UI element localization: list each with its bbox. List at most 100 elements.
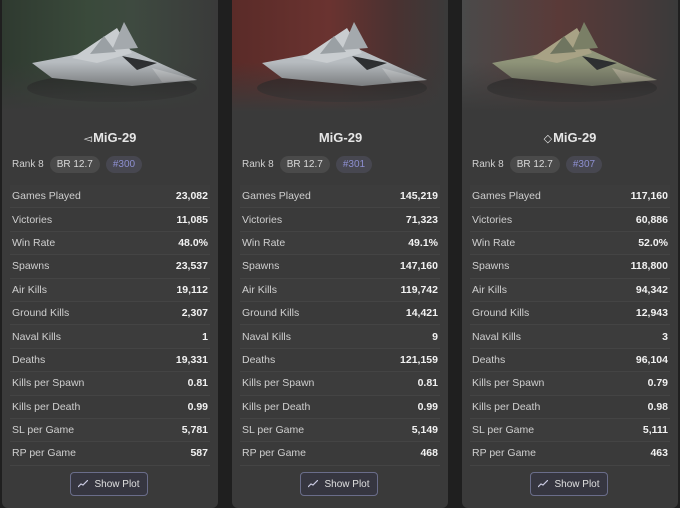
vehicle-meta: Rank 8 BR 12.7 #307 xyxy=(472,155,603,173)
stat-row: SL per Game 5,781 xyxy=(10,418,210,443)
stat-row: Kills per Death 0.99 xyxy=(10,396,210,419)
stat-row: Air Kills 19,112 xyxy=(10,278,210,302)
stat-value: 9 xyxy=(432,330,438,343)
stat-value: 121,159 xyxy=(400,353,438,366)
stat-row: Ground Kills 14,421 xyxy=(240,302,440,326)
stat-value: 60,886 xyxy=(635,213,668,226)
stat-label: SL per Game xyxy=(12,424,75,437)
stat-row: Win Rate 48.0% xyxy=(10,231,210,256)
stat-label: Naval Kills xyxy=(472,330,522,343)
stat-label: Kills per Spawn xyxy=(242,377,315,390)
vehicle-name: MiG-29 xyxy=(318,130,363,145)
stat-value: 587 xyxy=(190,447,208,460)
vehicle-name: MiG-29 xyxy=(93,130,137,145)
show-plot-label: Show Plot xyxy=(554,478,600,490)
stat-label: Deaths xyxy=(242,353,276,366)
stat-label: Naval Kills xyxy=(242,330,292,343)
vehicle-banner xyxy=(462,0,678,112)
stat-row: Naval Kills 3 xyxy=(470,325,670,349)
stat-label: Ground Kills xyxy=(12,307,70,320)
stat-row: Games Played 145,219 xyxy=(240,185,440,209)
vehicle-card: ◅MiG-29 Rank 8 BR 12.7 #300 Games Played… xyxy=(2,0,218,508)
vehicle-meta: Rank 8 BR 12.7 #300 xyxy=(12,155,143,173)
stat-value: 5,149 xyxy=(411,424,438,437)
stat-value: 14,421 xyxy=(405,307,438,320)
show-plot-label: Show Plot xyxy=(94,478,140,490)
stat-row: Spawns 118,800 xyxy=(470,255,670,279)
stat-row: Victories 71,323 xyxy=(240,208,440,232)
stat-label: SL per Game xyxy=(242,424,305,437)
rank-label: Rank 8 xyxy=(472,158,504,170)
stat-label: Deaths xyxy=(12,353,46,366)
stat-label: RP per Game xyxy=(472,447,536,460)
stat-label: Naval Kills xyxy=(12,330,62,343)
stat-value: 96,104 xyxy=(635,353,668,366)
stat-value: 0.98 xyxy=(647,400,668,413)
stat-value: 12,943 xyxy=(635,307,668,320)
stat-label: Games Played xyxy=(12,190,81,203)
stat-row: Ground Kills 2,307 xyxy=(10,302,210,326)
stat-label: Spawns xyxy=(242,260,280,273)
stat-value: 5,111 xyxy=(642,424,668,437)
stat-row: Victories 60,886 xyxy=(470,208,670,232)
show-plot-button[interactable]: Show Plot xyxy=(300,472,378,496)
rank-label: Rank 8 xyxy=(242,158,274,170)
stat-row: Ground Kills 12,943 xyxy=(470,302,670,326)
vehicle-title: ◇MiG-29 xyxy=(462,130,678,150)
rank-label: Rank 8 xyxy=(12,158,44,170)
nation-icon: ◅ xyxy=(83,133,93,145)
stat-row: Naval Kills 9 xyxy=(240,325,440,349)
vehicle-card: MiG-29 Rank 8 BR 12.7 #301 Games Played 1… xyxy=(232,0,448,508)
stat-row: Games Played 23,082 xyxy=(10,185,210,209)
stat-label: Win Rate xyxy=(12,236,56,249)
stat-row: Win Rate 52.0% xyxy=(470,231,670,256)
stat-label: RP per Game xyxy=(242,447,306,460)
stat-value: 94,342 xyxy=(635,283,668,296)
stat-label: Win Rate xyxy=(242,236,286,249)
stat-value: 52.0% xyxy=(638,236,668,249)
stat-label: Air Kills xyxy=(12,283,48,296)
stat-label: Win Rate xyxy=(472,236,516,249)
vehicle-name: MiG-29 xyxy=(553,130,597,145)
stat-row: Spawns 147,160 xyxy=(240,255,440,279)
br-badge: BR 12.7 xyxy=(49,155,100,173)
stat-row: Deaths 96,104 xyxy=(470,349,670,373)
show-plot-button[interactable]: Show Plot xyxy=(530,472,608,496)
vehicle-card: ◇MiG-29 Rank 8 BR 12.7 #307 Games Played… xyxy=(462,0,678,508)
stat-label: Kills per Death xyxy=(242,400,311,413)
stat-row: Spawns 23,537 xyxy=(10,255,210,279)
stat-value: 11,085 xyxy=(176,213,208,226)
show-plot-label: Show Plot xyxy=(324,478,370,490)
stat-label: Victories xyxy=(242,213,283,226)
stat-value: 463 xyxy=(650,447,668,460)
nation-icon: ◇ xyxy=(543,133,553,145)
stat-value: 0.81 xyxy=(417,377,438,390)
vehicle-meta: Rank 8 BR 12.7 #301 xyxy=(242,155,373,173)
stat-row: Kills per Death 0.98 xyxy=(470,396,670,419)
stat-label: Spawns xyxy=(472,260,510,273)
line-chart-icon xyxy=(78,480,89,488)
vehicle-banner xyxy=(232,0,448,112)
stat-row: Air Kills 94,342 xyxy=(470,278,670,302)
stat-label: Kills per Death xyxy=(472,400,541,413)
stat-value: 0.99 xyxy=(187,400,208,413)
id-badge: #300 xyxy=(105,155,143,173)
stat-value: 48.0% xyxy=(178,236,208,249)
stat-label: RP per Game xyxy=(12,447,76,460)
stat-value: 0.81 xyxy=(187,377,208,390)
stat-row: SL per Game 5,149 xyxy=(240,418,440,443)
stat-value: 147,160 xyxy=(400,260,438,273)
stat-label: SL per Game xyxy=(472,424,535,437)
stats-table: Games Played 117,160 Victories 60,886 Win … xyxy=(470,185,670,466)
stat-label: Kills per Spawn xyxy=(12,377,85,390)
stat-value: 23,537 xyxy=(175,260,208,273)
stat-value: 19,112 xyxy=(176,283,208,296)
vehicle-title: MiG-29 xyxy=(232,130,448,150)
stat-label: Games Played xyxy=(472,190,541,203)
stat-value: 118,800 xyxy=(630,260,668,273)
stat-row: RP per Game 468 xyxy=(240,442,440,466)
show-plot-button[interactable]: Show Plot xyxy=(70,472,148,496)
id-badge: #301 xyxy=(335,155,373,173)
stat-value: 0.99 xyxy=(417,400,438,413)
stat-row: SL per Game 5,111 xyxy=(470,418,670,443)
